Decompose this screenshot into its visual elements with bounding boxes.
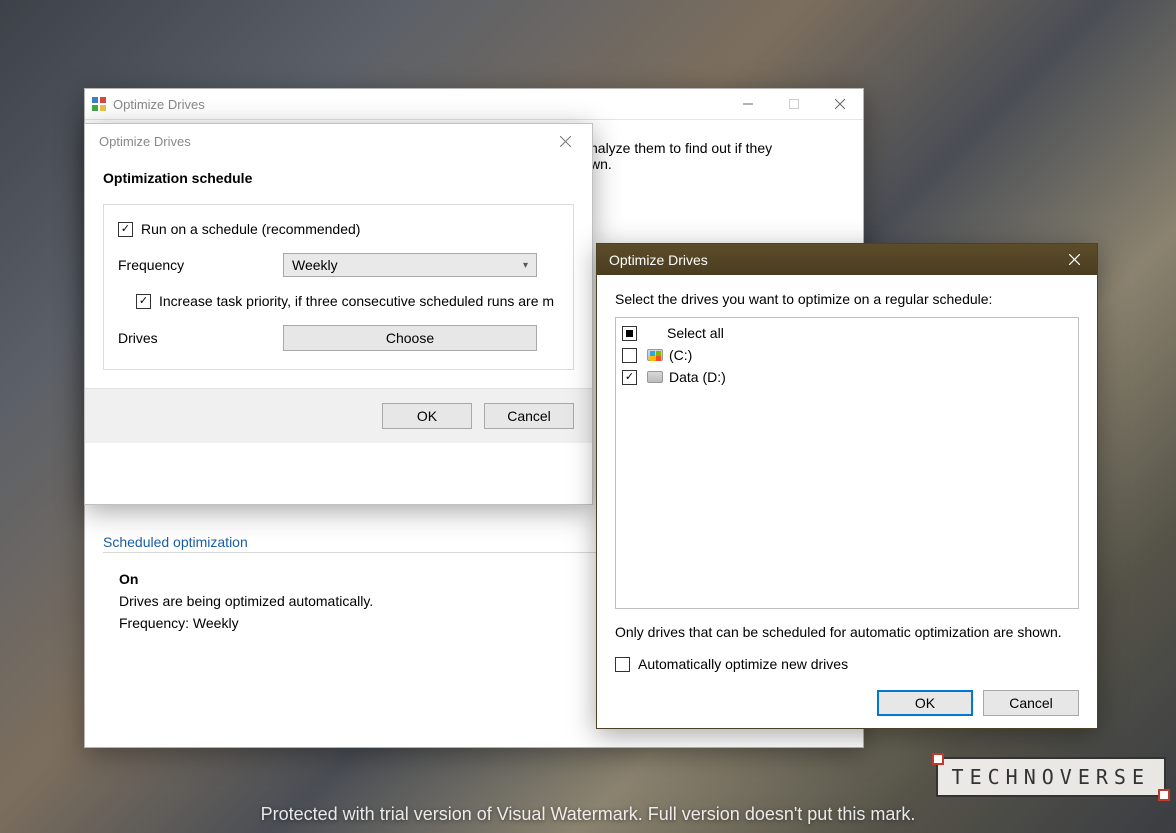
minimize-button[interactable] [725,89,771,120]
schedule-footer: OK Cancel [85,388,592,443]
choose-footer: OK Cancel [615,690,1079,716]
auto-new-checkbox[interactable] [615,657,630,672]
hdd-drive-icon [647,371,663,383]
schedule-titlebar: Optimize Drives [85,124,592,158]
choose-cancel-button[interactable]: Cancel [983,690,1079,716]
choose-cancel-label: Cancel [1009,695,1053,711]
drive-c-label: (C:) [669,347,692,363]
choose-drives-dialog: Optimize Drives Select the drives you wa… [596,243,1098,729]
frequency-value: Weekly [292,257,338,273]
main-title: Optimize Drives [113,97,725,112]
choose-note: Only drives that can be scheduled for au… [615,623,1079,642]
main-intro-partial: nalyze them to find out if they wn. [590,140,850,172]
schedule-ok-button[interactable]: OK [382,403,472,429]
close-button[interactable] [817,89,863,120]
schedule-cancel-button[interactable]: Cancel [484,403,574,429]
frequency-select[interactable]: Weekly ▾ [283,253,537,277]
choose-button-label: Choose [386,330,434,346]
drives-label: Drives [118,330,283,346]
choose-ok-label: OK [915,695,935,711]
select-all-item[interactable]: Select all [622,322,1072,344]
choose-button[interactable]: Choose [283,325,537,351]
main-titlebar: Optimize Drives [85,89,863,120]
choose-close-button[interactable] [1051,244,1097,275]
maximize-button [771,89,817,120]
frequency-label: Frequency [118,257,283,273]
watermark-text: Protected with trial version of Visual W… [0,804,1176,825]
defrag-icon [85,96,113,112]
drive-item-c[interactable]: (C:) [622,344,1072,366]
run-on-schedule-label: Run on a schedule (recommended) [141,221,360,237]
auto-new-label: Automatically optimize new drives [638,656,848,672]
ok-label: OK [417,408,437,424]
drive-d-checkbox[interactable] [622,370,637,385]
schedule-title: Optimize Drives [93,134,546,149]
increase-priority-checkbox[interactable] [136,294,151,309]
drive-d-label: Data (D:) [669,369,726,385]
intro-line2: wn. [590,156,612,172]
drive-c-checkbox[interactable] [622,348,637,363]
cancel-label: Cancel [507,408,551,424]
schedule-dialog: Optimize Drives Optimization schedule Ru… [84,123,593,505]
run-on-schedule-checkbox[interactable] [118,222,133,237]
drive-item-d[interactable]: Data (D:) [622,366,1072,388]
select-all-label: Select all [667,325,724,341]
technoverse-logo: TECHNOVERSE [936,757,1166,797]
schedule-groupbox: Run on a schedule (recommended) Frequenc… [103,204,574,370]
increase-priority-label: Increase task priority, if three consecu… [159,293,554,309]
choose-title: Optimize Drives [609,252,1051,268]
select-all-checkbox[interactable] [622,326,637,341]
drives-listbox: Select all (C:) Data (D:) [615,317,1079,609]
choose-titlebar: Optimize Drives [597,244,1097,275]
choose-ok-button[interactable]: OK [877,690,973,716]
schedule-header: Optimization schedule [103,170,574,186]
windows-drive-icon [647,349,663,361]
choose-instruction: Select the drives you want to optimize o… [615,291,1079,307]
chevron-down-icon: ▾ [523,260,528,271]
schedule-close-button[interactable] [546,127,584,155]
intro-line1: nalyze them to find out if they [590,140,772,156]
